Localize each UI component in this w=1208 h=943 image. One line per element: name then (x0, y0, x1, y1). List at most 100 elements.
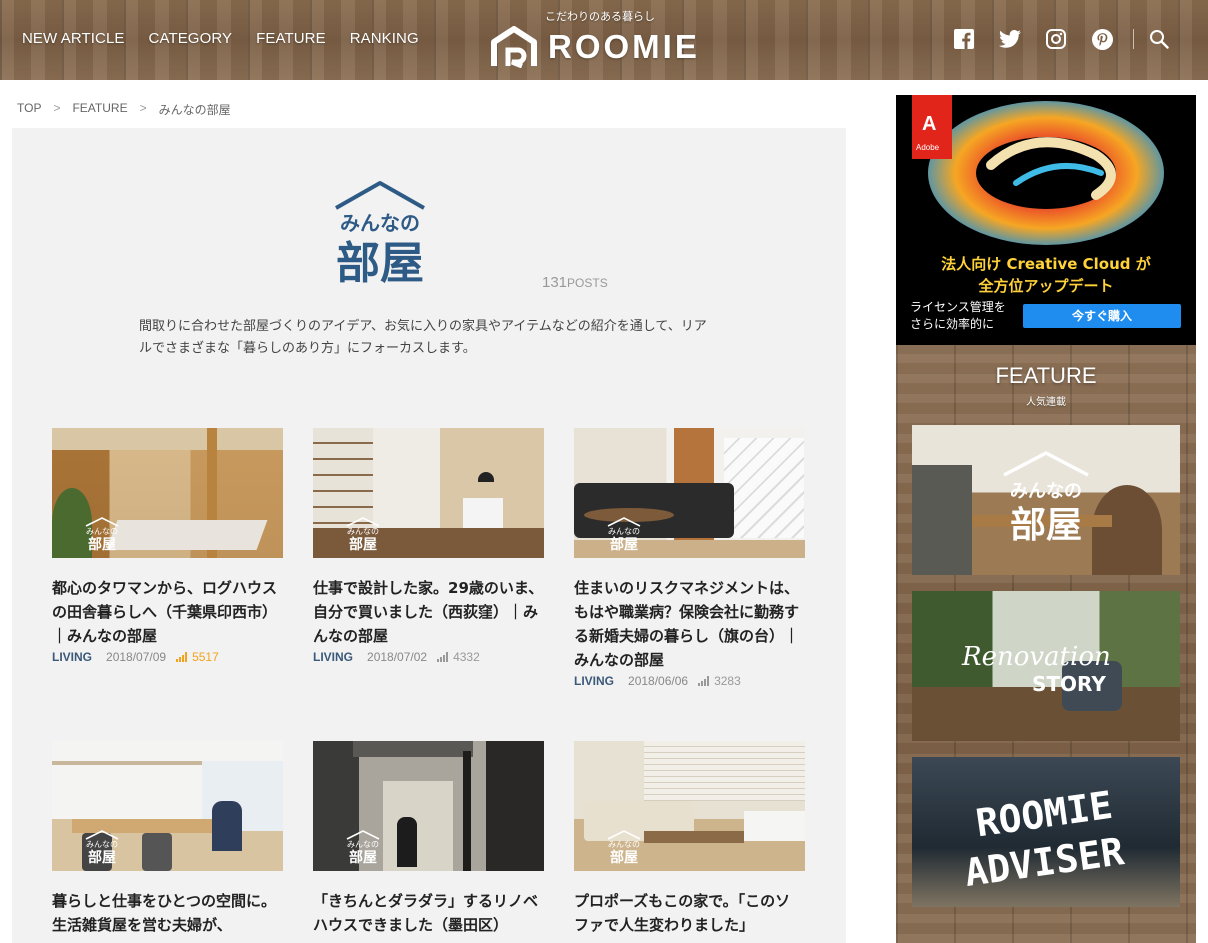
instagram-icon[interactable] (1045, 28, 1067, 50)
search-icon[interactable] (1148, 28, 1170, 50)
facebook-icon[interactable] (953, 28, 975, 50)
feature-banner-renovation-story[interactable]: Renovation STORY (912, 591, 1180, 741)
watermark-line1: みんなの (608, 527, 640, 536)
article-card[interactable]: みんなの 部屋 住まいのリスクマネジメントは、もはや職業病？保険会社に勤務する新… (574, 428, 805, 688)
article-view-count: 3283 (714, 674, 741, 688)
pinterest-icon[interactable] (1091, 28, 1113, 50)
banner-logo-line2: 部屋 (1010, 505, 1082, 546)
article-category[interactable]: LIVING (313, 650, 353, 664)
breadcrumb-top[interactable]: TOP (17, 101, 41, 118)
article-thumbnail[interactable]: みんなの 部屋 (313, 741, 544, 871)
article-card[interactable]: みんなの 部屋 都心のタワマンから、ログハウスの田舎暮らしへ（千葉県印西市）｜み… (52, 428, 283, 664)
article-views: 4332 (437, 650, 480, 664)
category-logo: みんなの 部屋 (335, 181, 425, 289)
ad-headline: 法人向け Creative Cloud が 全方位アップデート (896, 253, 1196, 297)
ad-subtext-line1: ライセンス管理を (910, 300, 1006, 314)
bar-chart-icon (176, 652, 188, 662)
nav-category[interactable]: CATEGORY (149, 30, 233, 47)
watermark-logo: みんなの 部屋 (85, 830, 119, 865)
article-date: 2018/06/06 (628, 674, 689, 688)
feature-sidebar: FEATURE 人気連載 みんなの 部屋 Renovation STORY RO… (896, 345, 1196, 943)
article-card[interactable]: みんなの 部屋 仕事で設計した家。29歳のいま、自分で買いました（西荻窪）｜みん… (313, 428, 544, 664)
article-title[interactable]: プロポーズもこの家で。「このソファで人生変わりました」 (574, 889, 805, 937)
watermark-line1: みんなの (347, 527, 379, 536)
adobe-logo: A Adobe (912, 95, 952, 159)
main-nav: NEW ARTICLE CATEGORY FEATURE RANKING (22, 30, 419, 47)
ad-subtext: ライセンス管理を さらに効率的に (910, 299, 1006, 333)
article-date: 2018/07/02 (367, 650, 428, 664)
banner-logo: みんなの 部屋 (1003, 451, 1089, 546)
article-thumbnail[interactable]: みんなの 部屋 (313, 428, 544, 558)
article-title[interactable]: 都心のタワマンから、ログハウスの田舎暮らしへ（千葉県印西市）｜みんなの部屋 (52, 576, 283, 648)
ad-buy-button[interactable]: 今すぐ購入 (1023, 304, 1181, 328)
article-view-count: 4332 (453, 650, 480, 664)
article-category[interactable]: LIVING (574, 674, 614, 688)
ad-subtext-line2: さらに効率的に (910, 317, 995, 331)
article-thumbnail[interactable]: みんなの 部屋 (52, 428, 283, 558)
article-views: 3283 (698, 674, 741, 688)
watermark-line2: 部屋 (610, 849, 638, 865)
ad-headline-line2: 全方位アップデート (978, 277, 1114, 295)
article-title[interactable]: 住まいのリスクマネジメントは、もはや職業病？保険会社に勤務する新婚夫婦の暮らし（… (574, 576, 805, 672)
ad-headline-line1: 法人向け Creative Cloud が (941, 255, 1151, 273)
watermark-line2: 部屋 (610, 536, 638, 552)
twitter-icon[interactable] (999, 28, 1021, 50)
feature-banner-roomie-adviser[interactable]: ROOMIE ADVISER (912, 757, 1180, 907)
watermark-line2: 部屋 (88, 849, 116, 865)
watermark-line2: 部屋 (349, 849, 377, 865)
watermark-logo: みんなの 部屋 (607, 517, 641, 552)
article-thumbnail[interactable]: みんなの 部屋 (52, 741, 283, 871)
banner-logo-line2: STORY (1032, 672, 1106, 696)
article-meta: LIVING 2018/07/09 5517 (52, 650, 283, 664)
bar-chart-icon (437, 652, 449, 662)
main-content: みんなの 部屋 131POSTS 間取りに合わせた部屋づくりのアイデア、お気に入… (12, 128, 846, 943)
roomie-house-icon (491, 26, 537, 68)
banner-logo: Renovation STORY (961, 642, 1111, 696)
category-logo-line2: 部屋 (336, 238, 424, 289)
watermark-line1: みんなの (86, 840, 118, 849)
nav-ranking[interactable]: RANKING (350, 30, 419, 47)
breadcrumb-feature[interactable]: FEATURE (72, 101, 127, 118)
article-card[interactable]: みんなの 部屋 暮らしと仕事をひとつの空間に。生活雑貨屋を営む夫婦が、 (52, 741, 283, 937)
breadcrumb: TOP > FEATURE > みんなの部屋 (17, 101, 231, 118)
article-card[interactable]: みんなの 部屋 「きちんとダラダラ」するリノベハウスできました（墨田区） (313, 741, 544, 937)
watermark-line1: みんなの (86, 527, 118, 536)
article-title[interactable]: 仕事で設計した家。29歳のいま、自分で買いました（西荻窪）｜みんなの部屋 (313, 576, 544, 648)
nav-new-article[interactable]: NEW ARTICLE (22, 30, 125, 47)
post-count: 131POSTS (542, 274, 608, 292)
article-title[interactable]: 「きちんとダラダラ」するリノベハウスできました（墨田区） (313, 889, 544, 937)
post-count-label: POSTS (567, 276, 608, 290)
article-date: 2018/07/09 (106, 650, 167, 664)
category-logo-line1: みんなの (340, 211, 420, 235)
article-card[interactable]: みんなの 部屋 プロポーズもこの家で。「このソファで人生変わりました」 (574, 741, 805, 937)
feature-title: FEATURE (995, 363, 1097, 388)
site-logo[interactable]: ROOMIE (490, 26, 700, 68)
article-meta: LIVING 2018/06/06 3283 (574, 674, 805, 688)
category-description: 間取りに合わせた部屋づくりのアイデア、お気に入りの家具やアイテムなどの紹介を通し… (139, 319, 707, 356)
breadcrumb-separator: > (139, 101, 147, 115)
article-view-count: 5517 (192, 650, 219, 664)
article-thumbnail[interactable]: みんなの 部屋 (574, 428, 805, 558)
watermark-line2: 部屋 (349, 536, 377, 552)
article-title[interactable]: 暮らしと仕事をひとつの空間に。生活雑貨屋を営む夫婦が、 (52, 889, 283, 937)
nav-feature[interactable]: FEATURE (256, 30, 326, 47)
adobe-ad-banner[interactable]: A Adobe 法人向け Creative Cloud が 全方位アップデート … (896, 95, 1196, 345)
feature-subtitle: 人気連載 (1026, 397, 1066, 408)
adobe-logo-text: Adobe (916, 143, 940, 152)
watermark-line1: みんなの (347, 840, 379, 849)
social-links (953, 28, 1194, 50)
site-header: NEW ARTICLE CATEGORY FEATURE RANKING こだわ… (0, 0, 1208, 80)
site-tagline: こだわりのある暮らし (545, 10, 655, 23)
feature-banner-minna-no-heya[interactable]: みんなの 部屋 (912, 425, 1180, 575)
article-category[interactable]: LIVING (52, 650, 92, 664)
watermark-logo: みんなの 部屋 (607, 830, 641, 865)
article-thumbnail[interactable]: みんなの 部屋 (574, 741, 805, 871)
banner-logo: ROOMIE ADVISER (962, 783, 1127, 895)
logo-text: ROOMIE (548, 28, 700, 65)
watermark-logo: みんなの 部屋 (346, 517, 380, 552)
adobe-logo-mark: A (922, 113, 937, 135)
banner-logo-line1: Renovation (961, 642, 1111, 672)
bar-chart-icon (698, 676, 710, 686)
header-divider (1133, 29, 1134, 49)
watermark-logo: みんなの 部屋 (346, 830, 380, 865)
